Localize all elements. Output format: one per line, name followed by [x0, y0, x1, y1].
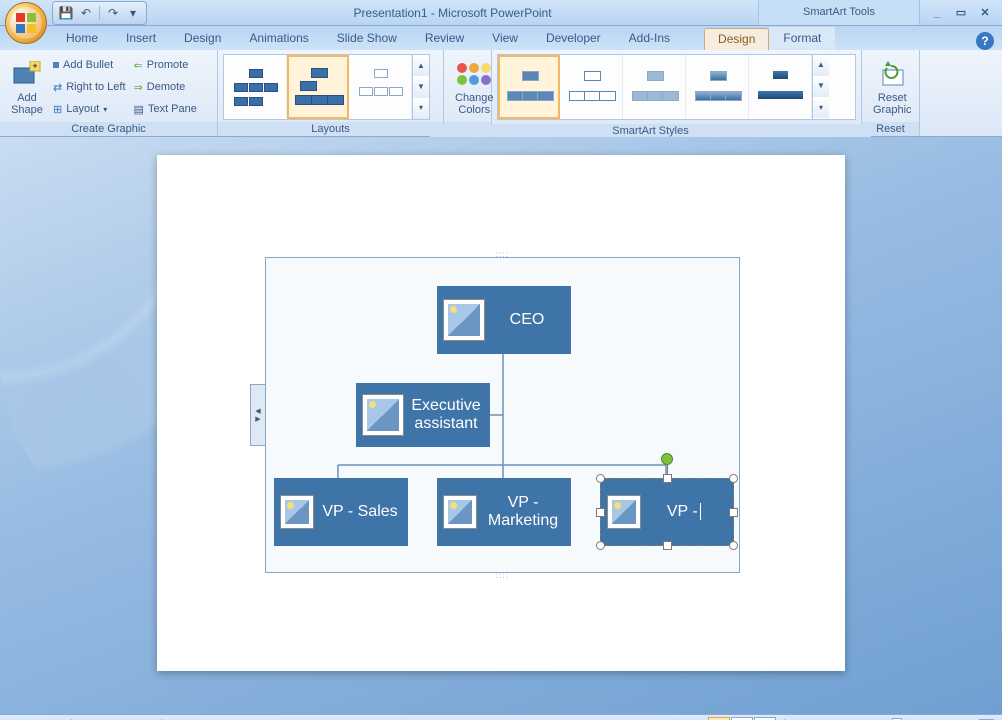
layouts-gallery: ▲▼▾ [223, 54, 430, 120]
office-button[interactable] [5, 2, 47, 44]
add-shape-button[interactable]: ✦ Add Shape [5, 54, 49, 120]
org-node-text: VP - Sales [320, 503, 400, 521]
slide-canvas[interactable]: ◀▶ CEO Executive assistant [157, 155, 845, 671]
group-create-graphic: Create Graphic [0, 122, 217, 136]
style-gallery-scroll[interactable]: ▲▼▾ [812, 55, 829, 119]
change-colors-label: Change Colors [455, 92, 494, 116]
org-node-vp-sales[interactable]: VP - Sales [274, 478, 408, 546]
picture-placeholder-icon [443, 299, 485, 341]
group-smartart-styles: SmartArt Styles [430, 124, 871, 138]
add-bullet-button[interactable]: Add Bullet [49, 54, 130, 76]
contextual-tab-title: SmartArt Tools [758, 0, 920, 25]
org-node-text: VP - Marketing [483, 494, 563, 529]
org-node-assistant[interactable]: Executive assistant [356, 383, 490, 447]
org-node-vp-marketing[interactable]: VP - Marketing [437, 478, 571, 546]
style-option-3[interactable] [623, 55, 686, 119]
help-icon[interactable]: ? [976, 32, 994, 50]
svg-text:✦: ✦ [31, 61, 39, 71]
org-node-text: Executive assistant [410, 397, 482, 432]
picture-placeholder-icon [607, 495, 641, 529]
tab-review[interactable]: Review [411, 27, 478, 50]
slide-workspace: ◀▶ CEO Executive assistant [0, 137, 1002, 714]
org-node-ceo[interactable]: CEO [437, 286, 571, 354]
style-option-5[interactable] [749, 55, 812, 119]
tab-smartart-design[interactable]: Design [704, 28, 769, 50]
quick-access-toolbar: 💾 ↶ ↷ ▾ [52, 1, 147, 25]
tab-developer[interactable]: Developer [532, 27, 615, 50]
layout-button[interactable]: ⊞Layout▾ [49, 98, 130, 120]
tab-slideshow[interactable]: Slide Show [323, 27, 411, 50]
layout-option-2[interactable] [287, 55, 349, 119]
tab-addins[interactable]: Add-Ins [615, 27, 684, 50]
tab-smartart-format[interactable]: Format [769, 27, 835, 50]
org-node-text: CEO [491, 311, 563, 329]
org-node-vp-editing[interactable]: VP - [600, 478, 734, 546]
layout-gallery-scroll[interactable]: ▲▼▾ [412, 55, 429, 119]
tab-animations[interactable]: Animations [235, 27, 322, 50]
reset-graphic-button[interactable]: Reset Graphic [867, 54, 918, 120]
maximize-button[interactable]: ▭ [950, 5, 972, 21]
separator [99, 6, 100, 20]
reset-graphic-label: Reset Graphic [873, 92, 912, 116]
qat-dropdown-icon[interactable]: ▾ [126, 6, 140, 20]
tab-view[interactable]: View [478, 27, 532, 50]
picture-placeholder-icon [362, 394, 404, 436]
add-shape-label: Add Shape [11, 92, 43, 116]
style-option-1[interactable] [498, 55, 560, 119]
tab-insert[interactable]: Insert [112, 27, 170, 50]
smartart-frame[interactable]: ◀▶ CEO Executive assistant [265, 257, 740, 573]
styles-gallery: ▲▼▾ [497, 54, 856, 120]
redo-icon[interactable]: ↷ [106, 6, 120, 20]
style-option-4[interactable] [686, 55, 749, 119]
promote-button[interactable]: ⇐Promote [130, 54, 201, 76]
tab-home[interactable]: Home [52, 27, 112, 50]
picture-placeholder-icon [280, 495, 314, 529]
text-pane-button[interactable]: ▤Text Pane [130, 98, 201, 120]
layout-option-1[interactable] [224, 55, 287, 119]
picture-placeholder-icon [443, 495, 477, 529]
group-layouts: Layouts [218, 122, 443, 136]
minimize-button[interactable]: _ [926, 5, 948, 21]
style-option-2[interactable] [560, 55, 623, 119]
window-title: Presentation1 - Microsoft PowerPoint [147, 6, 758, 20]
undo-icon[interactable]: ↶ [79, 6, 93, 20]
text-pane-toggle[interactable]: ◀▶ [250, 384, 266, 446]
layout-option-3[interactable] [349, 55, 412, 119]
close-button[interactable]: ✕ [974, 5, 996, 21]
demote-button[interactable]: ⇒Demote [130, 76, 201, 98]
right-to-left-button[interactable]: ⇄Right to Left [49, 76, 130, 98]
tab-design[interactable]: Design [170, 27, 235, 50]
rotate-handle[interactable] [661, 453, 673, 465]
org-node-text: VP - [647, 503, 725, 521]
save-icon[interactable]: 💾 [59, 6, 73, 20]
